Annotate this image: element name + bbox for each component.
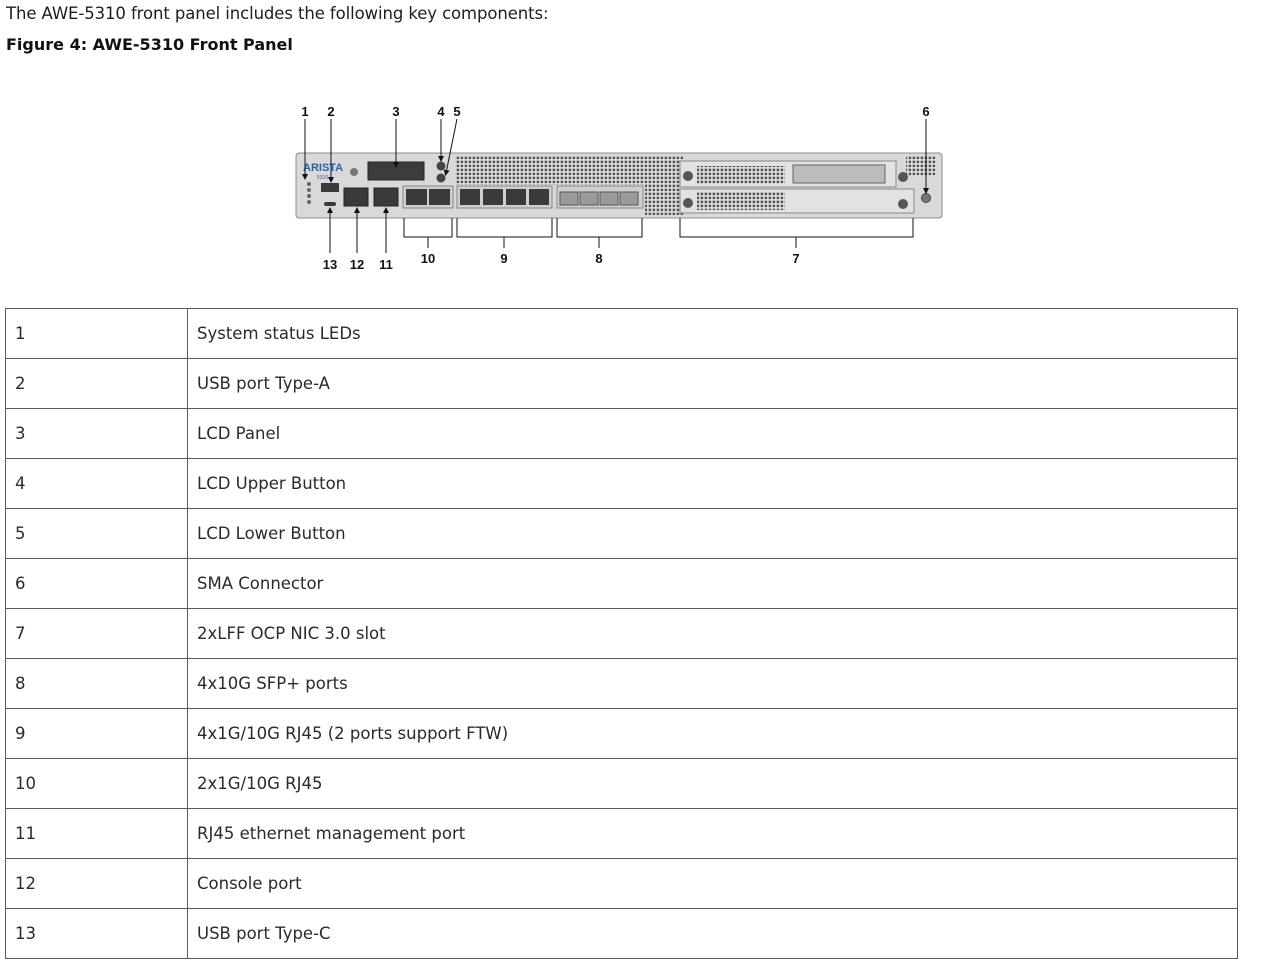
rj45-port <box>429 189 450 205</box>
rj45-port <box>529 189 549 205</box>
vent-grille <box>455 156 683 185</box>
component-number: 13 <box>5 908 188 959</box>
thumbscrew <box>683 198 693 208</box>
sma-connector <box>921 193 931 203</box>
callout-number: 13 <box>323 257 337 272</box>
component-number: 1 <box>5 308 188 359</box>
callout-number: 12 <box>350 257 364 272</box>
callout-number: 1 <box>301 104 308 119</box>
vent-grille <box>697 192 785 210</box>
thumbscrew <box>898 172 908 182</box>
component-description: USB port Type-C <box>187 908 1238 959</box>
table-row: 12 Console port <box>5 858 1238 909</box>
table-row: 9 4x1G/10G RJ45 (2 ports support FTW) <box>5 708 1238 759</box>
rj45-port <box>483 189 503 205</box>
table-row: 4 LCD Upper Button <box>5 458 1238 509</box>
callout-number: 6 <box>922 104 929 119</box>
component-number: 3 <box>5 408 188 459</box>
component-description: 4x10G SFP+ ports <box>187 658 1238 709</box>
component-number: 6 <box>5 558 188 609</box>
callout-number: 3 <box>392 104 399 119</box>
thumbscrew <box>683 171 693 181</box>
table-row: 5 LCD Lower Button <box>5 508 1238 559</box>
component-description: RJ45 ethernet management port <box>187 808 1238 859</box>
component-description: System status LEDs <box>187 308 1238 359</box>
component-description: LCD Lower Button <box>187 508 1238 559</box>
vent-grille <box>645 185 683 215</box>
table-row: 2 USB port Type-A <box>5 358 1238 409</box>
sfp-port <box>599 191 619 206</box>
rj45-port <box>406 189 427 205</box>
callout-number: 8 <box>595 251 602 266</box>
component-description: 2x1G/10G RJ45 <box>187 758 1238 809</box>
table-row: 10 2x1G/10G RJ45 <box>5 758 1238 809</box>
lcd-upper-button <box>436 161 446 171</box>
component-number: 11 <box>5 808 188 859</box>
lcd-lower-button <box>436 173 446 183</box>
usb-type-c-port <box>324 202 336 206</box>
front-panel-diagram: ARISTA 5310 1 2 3 4 5 6 13 12 11 10 9 8 … <box>295 104 943 272</box>
vent-grille <box>906 156 936 176</box>
usb-type-a-port <box>321 183 339 192</box>
table-row: 1 System status LEDs <box>5 308 1238 359</box>
thumbscrew <box>898 199 908 209</box>
component-number: 4 <box>5 458 188 509</box>
component-number: 10 <box>5 758 188 809</box>
table-row: 3 LCD Panel <box>5 408 1238 459</box>
component-number: 9 <box>5 708 188 759</box>
model-label: 5310 <box>317 175 328 181</box>
component-description: LCD Upper Button <box>187 458 1238 509</box>
sfp-port <box>559 191 579 206</box>
component-number: 7 <box>5 608 188 659</box>
front-panel-figure: ARISTA 5310 1 2 3 4 5 6 13 12 11 10 9 8 … <box>0 0 1265 300</box>
component-number: 12 <box>5 858 188 909</box>
brand-logo: ARISTA <box>303 162 343 174</box>
callout-number: 5 <box>453 104 460 119</box>
table-row: 11 RJ45 ethernet management port <box>5 808 1238 859</box>
vent-grille <box>697 166 785 184</box>
component-description: Console port <box>187 858 1238 909</box>
reset-hole <box>350 168 358 176</box>
component-number: 5 <box>5 508 188 559</box>
ocp-card-ports <box>792 164 886 184</box>
sfp-port <box>579 191 599 206</box>
component-description: 2xLFF OCP NIC 3.0 slot <box>187 608 1238 659</box>
table-row: 7 2xLFF OCP NIC 3.0 slot <box>5 608 1238 659</box>
table-row: 8 4x10G SFP+ ports <box>5 658 1238 709</box>
rj45-port <box>506 189 526 205</box>
component-description: USB port Type-A <box>187 358 1238 409</box>
callout-number: 9 <box>500 251 507 266</box>
component-description: SMA Connector <box>187 558 1238 609</box>
sfp-port <box>619 191 639 206</box>
component-description: LCD Panel <box>187 408 1238 459</box>
components-table: 1 System status LEDs 2 USB port Type-A 3 LC… <box>5 308 1238 959</box>
callout-number: 4 <box>437 104 445 119</box>
component-number: 2 <box>5 358 188 409</box>
component-number: 8 <box>5 658 188 709</box>
table-row: 6 SMA Connector <box>5 558 1238 609</box>
management-port <box>373 187 399 207</box>
table-row: 13 USB port Type-C <box>5 908 1238 959</box>
component-description: 4x1G/10G RJ45 (2 ports support FTW) <box>187 708 1238 759</box>
callout-number: 2 <box>327 104 334 119</box>
console-port <box>343 187 369 207</box>
callout-number: 7 <box>792 251 799 266</box>
callout-number: 11 <box>379 257 393 272</box>
rj45-port <box>460 189 480 205</box>
callout-number: 10 <box>421 251 435 266</box>
